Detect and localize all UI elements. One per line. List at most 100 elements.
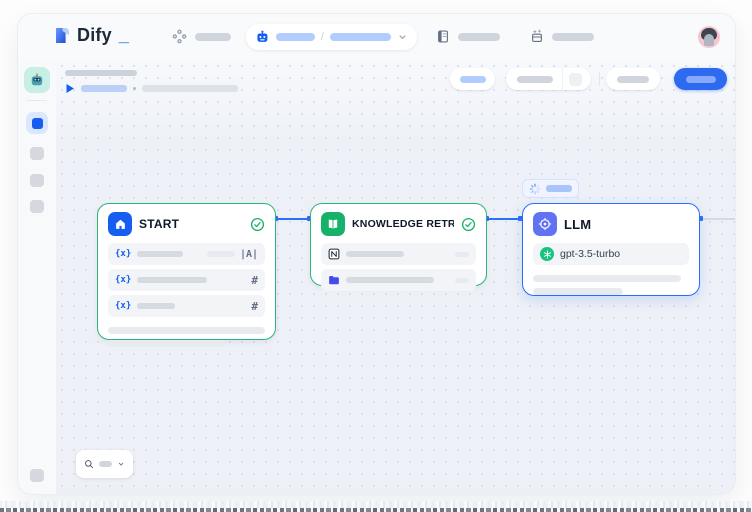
sidebar-item-3[interactable] (30, 174, 44, 187)
user-avatar[interactable] (698, 26, 720, 48)
run-meta-placeholder (142, 85, 238, 92)
openai-icon (540, 247, 554, 261)
node-knowledge-retrieval[interactable]: KNOWLEDGE RETRIEVAL (310, 203, 487, 286)
variable-name-placeholder (137, 277, 207, 283)
workflow-title-placeholder (65, 70, 137, 76)
variable-row[interactable]: {x} |A| (108, 243, 265, 265)
variable-name-placeholder (137, 251, 183, 257)
selector-separator: / (321, 31, 324, 43)
toolbar-button-features[interactable] (450, 68, 495, 90)
dataset-name-placeholder (346, 277, 434, 283)
split-divider (562, 68, 563, 90)
node-llm[interactable]: LLM gpt-3.5-turbo (522, 203, 700, 296)
logo-text: Dify (77, 25, 112, 46)
sidebar-divider (27, 100, 47, 101)
dataset-row[interactable] (321, 269, 476, 291)
sidebar-item-settings[interactable] (30, 469, 44, 482)
notion-page-icon (328, 248, 340, 260)
edge-knowledge-llm (487, 218, 522, 220)
button-label-placeholder (517, 76, 553, 83)
workspace-switcher[interactable] (172, 29, 231, 44)
model-row[interactable]: gpt-3.5-turbo (533, 243, 689, 265)
chevron-down-icon (397, 31, 408, 43)
dify-logo[interactable]: Dify _ (54, 25, 129, 46)
check-circle-icon (461, 217, 476, 232)
app-robot-icon (29, 72, 45, 88)
grid-dots-icon (172, 29, 187, 44)
count-placeholder (455, 252, 469, 257)
edge-start-knowledge (276, 218, 310, 220)
current-app-icon[interactable] (24, 67, 50, 93)
split-icon-placeholder (569, 73, 582, 86)
loading-spinner-icon (529, 183, 541, 195)
run-status-row (65, 82, 238, 94)
toolbar-split-button-run[interactable] (506, 68, 591, 90)
publish-button[interactable] (674, 68, 727, 90)
sidebar (18, 60, 56, 494)
node-title: KNOWLEDGE RETRIEVAL (352, 218, 454, 230)
workflow-canvas[interactable]: START {x} |A| {x} # {x} (56, 60, 735, 494)
home-icon (108, 212, 132, 236)
placeholder-bar (552, 33, 594, 41)
app-name-placeholder (276, 33, 315, 41)
sidebar-item-2[interactable] (30, 147, 44, 160)
check-circle-icon (250, 217, 265, 232)
node-description-placeholder (533, 275, 689, 295)
page: Dify _ (0, 0, 752, 512)
open-book-icon (321, 212, 345, 236)
count-placeholder (455, 278, 469, 283)
active-item-glyph (32, 118, 43, 129)
placeholder-bar (458, 33, 500, 41)
button-label-placeholder (460, 76, 486, 83)
play-icon[interactable] (65, 83, 75, 94)
header: Dify _ (18, 14, 735, 60)
workflow-name-placeholder (330, 33, 391, 41)
screenshot-edge-artifact (0, 501, 752, 512)
type-glyph: |A| (240, 249, 258, 260)
brain-circuit-icon (533, 212, 557, 236)
magnifier-icon (84, 458, 94, 470)
variable-token: {x} (115, 249, 131, 259)
zoom-level-placeholder (99, 461, 112, 467)
logo-cursor: _ (119, 25, 129, 46)
edge-llm-out (701, 218, 735, 220)
value-placeholder (207, 251, 235, 257)
gift-box-icon (530, 29, 544, 44)
type-glyph: # (251, 300, 258, 313)
variable-row[interactable]: {x} # (108, 295, 265, 317)
plugins-nav[interactable] (530, 29, 594, 44)
variable-token: {x} (115, 275, 131, 285)
button-label-placeholder (686, 76, 716, 83)
separator-dot (133, 87, 136, 90)
button-label-placeholder (617, 76, 649, 83)
sidebar-item-active[interactable] (26, 112, 48, 134)
run-label-placeholder (81, 85, 127, 92)
zoom-control[interactable] (76, 450, 133, 478)
node-title: LLM (564, 217, 689, 232)
placeholder-bar (195, 33, 231, 41)
toolbar-divider (599, 72, 600, 86)
folder-icon (328, 274, 340, 286)
model-name: gpt-3.5-turbo (560, 248, 620, 260)
chevron-down-icon (117, 459, 125, 469)
running-status-badge (522, 179, 579, 198)
dify-logo-icon (54, 26, 71, 45)
node-header: START (98, 204, 275, 243)
dataset-name-placeholder (346, 251, 404, 257)
dataset-row[interactable] (321, 243, 476, 265)
node-start[interactable]: START {x} |A| {x} # {x} (97, 203, 276, 340)
robot-icon (255, 29, 270, 45)
node-title: START (139, 217, 243, 231)
variable-token: {x} (115, 301, 131, 311)
app-selector[interactable]: / (246, 24, 417, 50)
docs-nav[interactable] (436, 29, 500, 44)
variable-row[interactable]: {x} # (108, 269, 265, 291)
variable-name-placeholder (137, 303, 175, 309)
toolbar-button-preview[interactable] (606, 68, 660, 90)
status-label-placeholder (546, 185, 572, 192)
node-header: LLM (523, 204, 699, 243)
type-glyph: # (251, 274, 258, 287)
sidebar-item-4[interactable] (30, 200, 44, 213)
notebook-icon (436, 29, 450, 44)
node-description-placeholder (108, 327, 265, 347)
